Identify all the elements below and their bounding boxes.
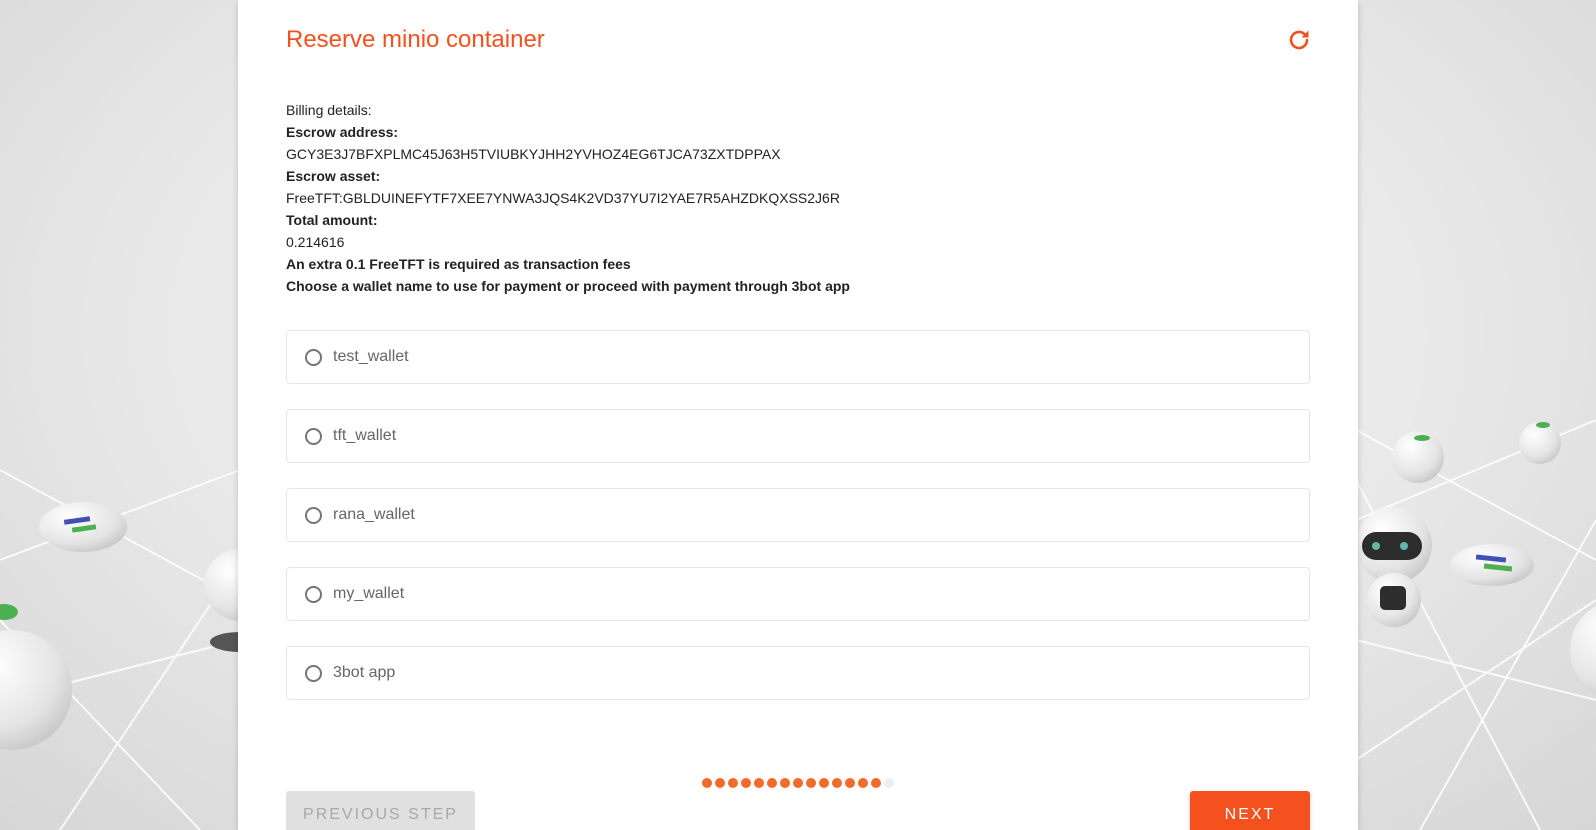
next-button[interactable]: NEXT xyxy=(1190,791,1310,830)
step-dot xyxy=(754,778,764,788)
refresh-icon[interactable] xyxy=(1287,28,1311,52)
wallet-option[interactable]: tft_wallet xyxy=(286,409,1310,463)
reserve-form-card: Reserve minio container Billing details:… xyxy=(238,0,1358,830)
escrow-address-label: Escrow address: xyxy=(286,124,399,140)
step-dot xyxy=(715,778,725,788)
wallet-option[interactable]: rana_wallet xyxy=(286,488,1310,542)
wallet-option[interactable]: my_wallet xyxy=(286,567,1310,621)
page-title: Reserve minio container xyxy=(286,26,545,53)
escrow-address-value: GCY3E3J7BFXPLMC45J63H5TVIUBKYJHH2YVHOZ4E… xyxy=(286,146,781,162)
step-dot xyxy=(819,778,829,788)
step-dot xyxy=(793,778,803,788)
escrow-asset-label: Escrow asset: xyxy=(286,168,381,184)
previous-step-button[interactable]: PREVIOUS STEP xyxy=(286,791,475,830)
radio-button[interactable] xyxy=(305,427,322,445)
radio-button[interactable] xyxy=(305,506,322,524)
step-dot xyxy=(702,778,712,788)
step-dot xyxy=(767,778,777,788)
step-dot xyxy=(884,778,894,788)
choose-wallet-note: Choose a wallet name to use for payment … xyxy=(286,278,850,294)
fees-note: An extra 0.1 FreeTFT is required as tran… xyxy=(286,256,631,272)
wallet-option-label: tft_wallet xyxy=(333,427,397,444)
wallet-option-label: 3bot app xyxy=(333,664,396,681)
step-dot xyxy=(806,778,816,788)
wallet-options: test_wallet tft_wallet rana_wallet my_wa… xyxy=(286,330,1310,725)
escrow-asset-value: FreeTFT:GBLDUINEFYTF7XEE7YNWA3JQS4K2VD37… xyxy=(286,190,840,206)
radio-button[interactable] xyxy=(305,664,322,682)
radio-button[interactable] xyxy=(305,348,322,366)
wallet-option-label: rana_wallet xyxy=(333,506,415,523)
radio-button[interactable] xyxy=(305,585,322,603)
wallet-option-label: test_wallet xyxy=(333,348,409,365)
step-dot xyxy=(780,778,790,788)
billing-heading: Billing details: xyxy=(286,102,372,118)
step-dot xyxy=(832,778,842,788)
billing-details: Billing details: Escrow address: GCY3E3J… xyxy=(286,99,850,297)
step-dot xyxy=(871,778,881,788)
step-dot xyxy=(858,778,868,788)
step-dot xyxy=(845,778,855,788)
step-dot xyxy=(741,778,751,788)
wallet-option-label: my_wallet xyxy=(333,585,405,602)
wallet-option[interactable]: test_wallet xyxy=(286,330,1310,384)
step-dot xyxy=(728,778,738,788)
total-amount-value: 0.214616 xyxy=(286,234,345,250)
step-progress-dots xyxy=(702,778,897,788)
wallet-option[interactable]: 3bot app xyxy=(286,646,1310,700)
total-amount-label: Total amount: xyxy=(286,212,378,228)
